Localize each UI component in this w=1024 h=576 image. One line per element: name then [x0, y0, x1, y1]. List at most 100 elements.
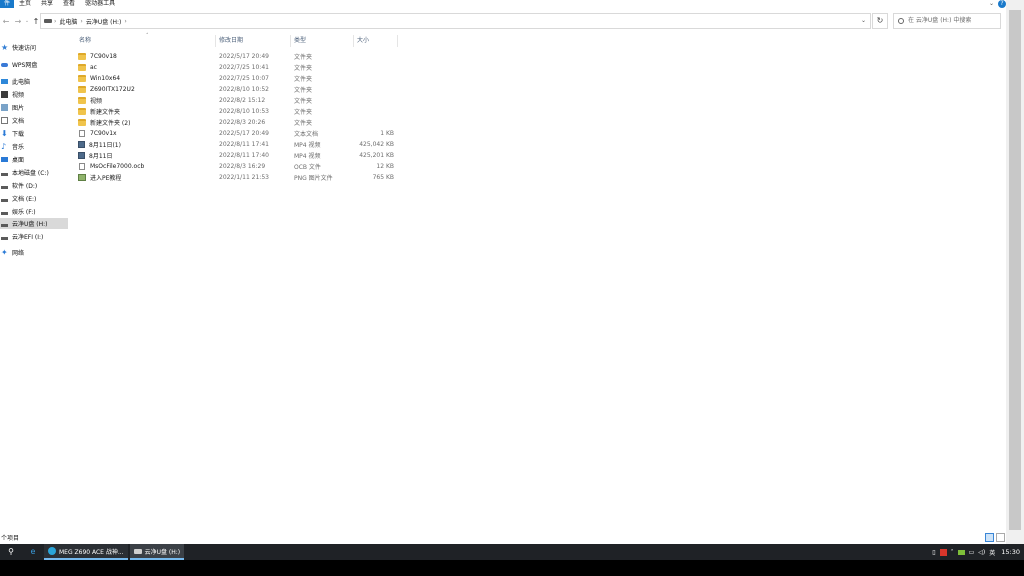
nav-downloads[interactable]: ⬇ 下载 — [0, 128, 68, 139]
file-size: 765 KB — [372, 174, 394, 181]
network-status-icon[interactable]: ▭ — [969, 549, 975, 556]
file-name-cell: Win10x64 — [76, 75, 216, 82]
address-toolbar: ← → ⌄ ↑ › 此电脑 › 云净U盘 (H:) › ⌄ ↻ 在 云净U盘 (… — [0, 13, 1006, 29]
nav-drive-c[interactable]: 本地磁盘 (C:) — [0, 167, 68, 178]
file-row[interactable]: 视频 2022/8/2 15:12 文件夹 — [76, 95, 398, 106]
tab-drive-tools[interactable]: 驱动器工具 — [80, 0, 120, 8]
file-list: ˄ 名称 修改日期 类型 大小 7C90v18 2022/5/17 20:49 文… — [68, 30, 1006, 530]
nav-label: 桌面 — [12, 157, 25, 164]
file-date: 2022/7/25 10:41 — [219, 64, 269, 71]
file-name: 新建文件夹 (2) — [90, 120, 131, 127]
column-header-type[interactable]: 类型 — [291, 35, 354, 47]
file-name-cell: MsOcFile7000.ocb — [76, 163, 216, 170]
usb-icon[interactable]: ▯ — [932, 549, 935, 556]
nav-drive-f[interactable]: 娱乐 (F:) — [0, 206, 68, 217]
file-row[interactable]: 新建文件夹 2022/8/10 10:53 文件夹 — [76, 106, 398, 117]
forward-arrow-icon[interactable]: → — [12, 17, 24, 26]
edge-browser-icon — [48, 547, 56, 555]
edge-icon[interactable]: e — [22, 544, 44, 560]
taskbar-app-browser[interactable]: MEG Z690 ACE 战神... — [44, 544, 128, 560]
vertical-scrollbar[interactable] — [1006, 0, 1024, 544]
file-date: 2022/8/3 16:29 — [219, 163, 266, 170]
desktop-icon — [1, 157, 8, 162]
nav-drive-i[interactable]: 云净EFI (I:) — [0, 231, 68, 242]
screen-bottom-bar — [0, 560, 1024, 576]
file-type: 文本文档 — [294, 131, 319, 138]
breadcrumb-current-drive[interactable]: 云净U盘 (H:) — [83, 17, 125, 26]
file-name-cell: 8月11日(1) — [76, 140, 216, 149]
search-icon[interactable]: ⚲ — [0, 544, 22, 560]
details-view-icon[interactable] — [985, 533, 994, 542]
status-bar: 个项目 — [0, 531, 1006, 544]
ime-indicator[interactable]: 英 — [989, 548, 995, 557]
tab-file[interactable]: 件 — [0, 0, 15, 8]
clock[interactable]: 15:30 — [1001, 548, 1020, 556]
column-header-date[interactable]: 修改日期 — [216, 35, 291, 47]
tab-share[interactable]: 共享 — [36, 0, 58, 8]
nav-wps-cloud[interactable]: WPS网盘 — [0, 59, 68, 70]
nav-label: 图片 — [12, 105, 25, 112]
file-type: 文件夹 — [294, 109, 313, 116]
file-type: 文件夹 — [294, 54, 313, 61]
nav-desktop[interactable]: 桌面 — [0, 154, 68, 165]
nvidia-icon[interactable] — [957, 549, 965, 555]
tray-chevron-icon[interactable]: ˄ — [951, 549, 954, 556]
volume-icon[interactable]: ◁) — [978, 549, 985, 556]
file-name: 进入PE教程 — [90, 175, 122, 182]
file-date: 2022/8/11 17:41 — [219, 141, 269, 148]
file-name-cell: Z690ITX172U2 — [76, 86, 216, 93]
file-row[interactable]: 进入PE教程 2022/1/11 21:53 PNG 图片文件 765 KB — [76, 172, 398, 183]
tab-home[interactable]: 主页 — [14, 0, 36, 8]
breadcrumb-this-pc[interactable]: 此电脑 — [56, 17, 80, 26]
file-name: 7C90v1x — [90, 130, 117, 137]
address-bar[interactable]: › 此电脑 › 云净U盘 (H:) › ⌄ — [40, 13, 871, 29]
nav-this-pc[interactable]: 此电脑 — [0, 76, 68, 87]
column-header-name[interactable]: ˄ 名称 — [76, 33, 216, 47]
file-row[interactable]: 8月11日 2022/8/11 17:40 MP4 视频 425,201 KB — [76, 150, 398, 161]
drive-icon — [1, 198, 8, 202]
help-icon[interactable]: ? — [998, 0, 1006, 8]
file-type: MP4 视频 — [294, 142, 321, 149]
nav-drive-h[interactable]: 云净U盘 (H:) — [0, 218, 68, 229]
file-row[interactable]: 新建文件夹 (2) 2022/8/3 20:26 文件夹 — [76, 117, 398, 128]
file-row[interactable]: ac 2022/7/25 10:41 文件夹 — [76, 62, 398, 73]
scrollbar-thumb[interactable] — [1009, 10, 1021, 530]
taskbar-app-explorer[interactable]: 云净U盘 (H:) — [129, 544, 185, 560]
file-row[interactable]: Win10x64 2022/7/25 10:07 文件夹 — [76, 73, 398, 84]
column-header-size[interactable]: 大小 — [354, 35, 398, 47]
back-arrow-icon[interactable]: ← — [0, 17, 12, 26]
tab-view[interactable]: 查看 — [58, 0, 80, 8]
drive-icon — [133, 548, 142, 554]
refresh-icon[interactable]: ↻ — [872, 13, 888, 29]
search-input[interactable]: 在 云净U盘 (H:) 中搜索 — [893, 13, 1001, 29]
column-label: 大小 — [357, 37, 370, 44]
file-row[interactable]: 7C90v18 2022/5/17 20:49 文件夹 — [76, 51, 398, 62]
nav-label: 文档 (E:) — [12, 196, 37, 203]
folder-icon — [78, 53, 86, 60]
file-row[interactable]: 8月11日(1) 2022/8/11 17:41 MP4 视频 425,042 … — [76, 139, 398, 150]
nav-documents[interactable]: 文档 — [0, 115, 68, 126]
nav-pictures[interactable]: 图片 — [0, 102, 68, 113]
file-name-cell: ac — [76, 64, 216, 71]
nav-drive-e[interactable]: 文档 (E:) — [0, 193, 68, 204]
nav-drive-d[interactable]: 软件 (D:) — [0, 180, 68, 191]
file-row[interactable]: MsOcFile7000.ocb 2022/8/3 16:29 OCB 文件 1… — [76, 161, 398, 172]
folder-icon — [78, 119, 86, 126]
nav-network[interactable]: ✦ 网络 — [0, 247, 68, 258]
nav-quick-access[interactable]: ★ 快速访问 — [0, 42, 68, 53]
nav-label: 网络 — [12, 250, 25, 257]
column-label: 类型 — [294, 37, 307, 44]
drive-icon — [1, 172, 8, 176]
antivirus-icon[interactable] — [939, 548, 947, 556]
music-icon: ♪ — [1, 142, 7, 151]
file-row[interactable]: 7C90v1x 2022/5/17 20:49 文本文档 1 KB — [76, 128, 398, 139]
nav-music[interactable]: ♪ 音乐 — [0, 141, 68, 152]
nav-videos[interactable]: 视频 — [0, 89, 68, 100]
file-date: 2022/5/17 20:49 — [219, 53, 269, 60]
large-icons-view-icon[interactable] — [996, 533, 1005, 542]
address-dropdown-chevron-icon[interactable]: ⌄ — [861, 17, 866, 24]
file-row[interactable]: Z690ITX172U2 2022/8/10 10:52 文件夹 — [76, 84, 398, 95]
nav-label: WPS网盘 — [12, 62, 38, 69]
ribbon-expand-chevron-icon[interactable]: ⌄ — [989, 0, 994, 8]
file-name: 视频 — [90, 98, 103, 105]
